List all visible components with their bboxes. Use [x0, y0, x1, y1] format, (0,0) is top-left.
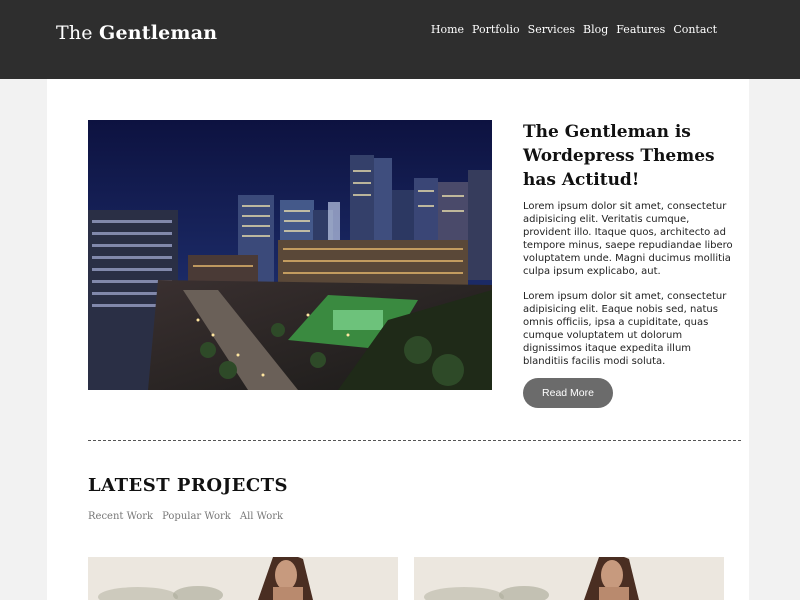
- nav-features[interactable]: Features: [616, 23, 665, 36]
- logo-light-text: The: [56, 22, 93, 44]
- hero-paragraph-2: Lorem ipsum dolor sit amet, consectetur …: [523, 291, 727, 367]
- project-thumbnail[interactable]: [414, 557, 724, 600]
- filter-recent-work[interactable]: Recent Work: [88, 511, 153, 522]
- nav-contact[interactable]: Contact: [673, 23, 717, 36]
- main-content: The Gentleman is Wordepress Themes has A…: [47, 79, 749, 600]
- section-divider: [88, 440, 741, 441]
- logo-bold-text: Gentleman: [99, 22, 218, 44]
- site-logo[interactable]: The Gentleman: [56, 22, 217, 44]
- main-nav: Home Portfolio Services Blog Features Co…: [431, 23, 717, 36]
- nav-portfolio[interactable]: Portfolio: [472, 23, 520, 36]
- hero-title: The Gentleman is Wordepress Themes has A…: [523, 122, 715, 190]
- project-filters: Recent Work Popular Work All Work: [88, 511, 283, 522]
- site-header: The Gentleman Home Portfolio Services Bl…: [0, 0, 800, 79]
- filter-all-work[interactable]: All Work: [240, 511, 283, 522]
- filter-popular-work[interactable]: Popular Work: [162, 511, 231, 522]
- read-more-button[interactable]: Read More: [523, 378, 613, 408]
- project-thumbnail[interactable]: [88, 557, 398, 600]
- nav-home[interactable]: Home: [431, 23, 464, 36]
- hero-city-image: [88, 120, 492, 390]
- nav-services[interactable]: Services: [528, 23, 575, 36]
- nav-blog[interactable]: Blog: [583, 23, 608, 36]
- hero-paragraph-1: Lorem ipsum dolor sit amet, consectetur …: [523, 201, 733, 277]
- latest-projects-title: LATEST PROJECTS: [88, 475, 289, 496]
